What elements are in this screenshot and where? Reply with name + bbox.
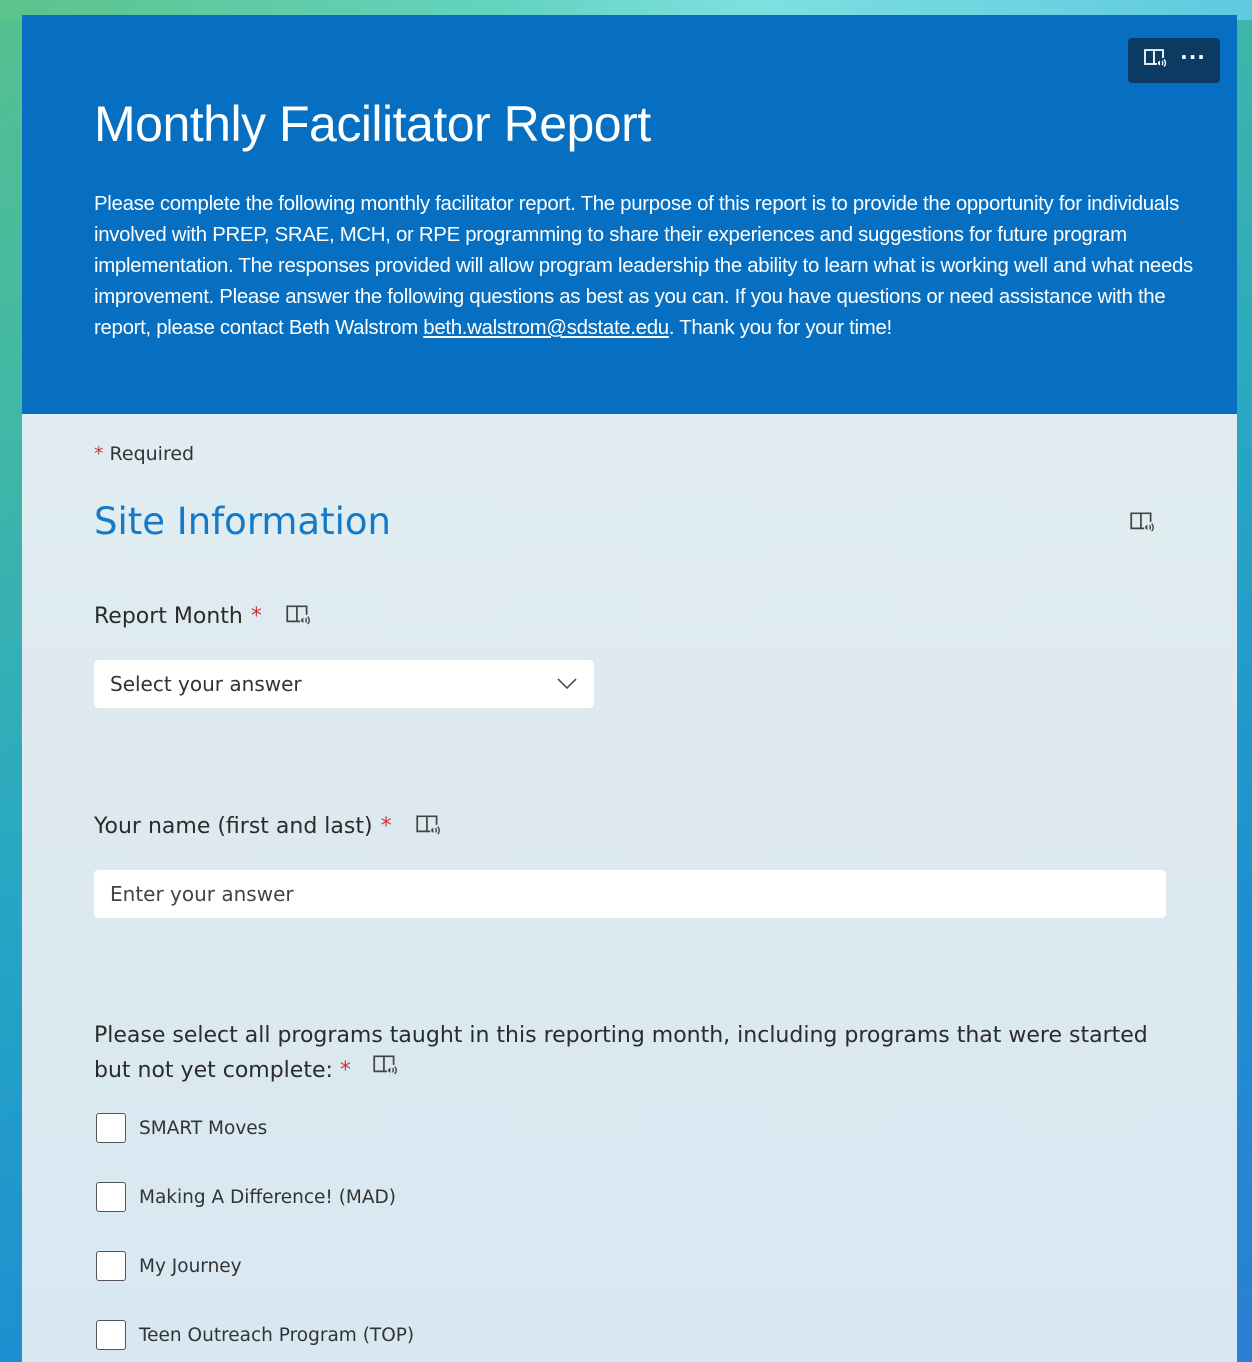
question-label: Report Month	[94, 603, 243, 629]
dropdown-placeholder: Select your answer	[110, 672, 302, 696]
required-star: *	[250, 603, 262, 629]
more-options-button[interactable]: ···	[1176, 44, 1210, 78]
immersive-reader-icon[interactable]	[414, 812, 442, 840]
chevron-down-icon	[556, 672, 578, 696]
required-label: Required	[109, 443, 195, 465]
checkbox[interactable]	[96, 1182, 126, 1212]
form-header: ··· Monthly Facilitator Report Please co…	[22, 15, 1237, 414]
immersive-reader-icon[interactable]	[1128, 509, 1156, 541]
immersive-reader-icon[interactable]	[371, 1052, 399, 1090]
report-month-dropdown[interactable]: Select your answer	[94, 660, 594, 708]
required-star: *	[94, 443, 104, 465]
checkbox-option[interactable]: Making A Difference! (MAD)	[96, 1182, 396, 1212]
checkbox-option[interactable]: SMART Moves	[96, 1113, 267, 1143]
question-programs: Please select all programs taught in thi…	[94, 1020, 1174, 1090]
checkbox[interactable]	[96, 1320, 126, 1350]
immersive-reader-icon[interactable]	[284, 602, 312, 630]
form-description: Please complete the following monthly fa…	[94, 189, 1219, 344]
form-title: Monthly Facilitator Report	[94, 96, 651, 152]
name-input[interactable]	[94, 870, 1166, 918]
section-title: Site Information	[94, 500, 391, 543]
required-star: *	[380, 813, 392, 839]
question-your-name: Your name (first and last) *	[94, 812, 442, 840]
checkbox[interactable]	[96, 1251, 126, 1281]
question-label: Your name (first and last)	[94, 813, 373, 839]
checkbox[interactable]	[96, 1113, 126, 1143]
checkbox-option[interactable]: Teen Outreach Program (TOP)	[96, 1320, 414, 1350]
option-label: Teen Outreach Program (TOP)	[139, 1324, 415, 1346]
description-text-end: . Thank you for your time!	[668, 317, 892, 339]
question-report-month: Report Month *	[94, 602, 312, 630]
required-star: *	[339, 1058, 351, 1083]
immersive-reader-button[interactable]	[1138, 44, 1172, 78]
required-note: * Required	[94, 443, 194, 465]
form-card: ··· Monthly Facilitator Report Please co…	[22, 15, 1237, 1362]
question-label: Please select all programs taught in thi…	[94, 1023, 1148, 1083]
option-label: Making A Difference! (MAD)	[139, 1186, 397, 1208]
header-toolbar: ···	[1128, 38, 1220, 83]
option-label: SMART Moves	[139, 1117, 268, 1139]
more-options-icon: ···	[1180, 44, 1206, 69]
contact-email-link[interactable]: beth.walstrom@sdstate.edu	[423, 317, 669, 339]
immersive-reader-icon	[1142, 46, 1168, 76]
option-label: My Journey	[139, 1255, 242, 1277]
checkbox-option[interactable]: My Journey	[96, 1251, 242, 1281]
